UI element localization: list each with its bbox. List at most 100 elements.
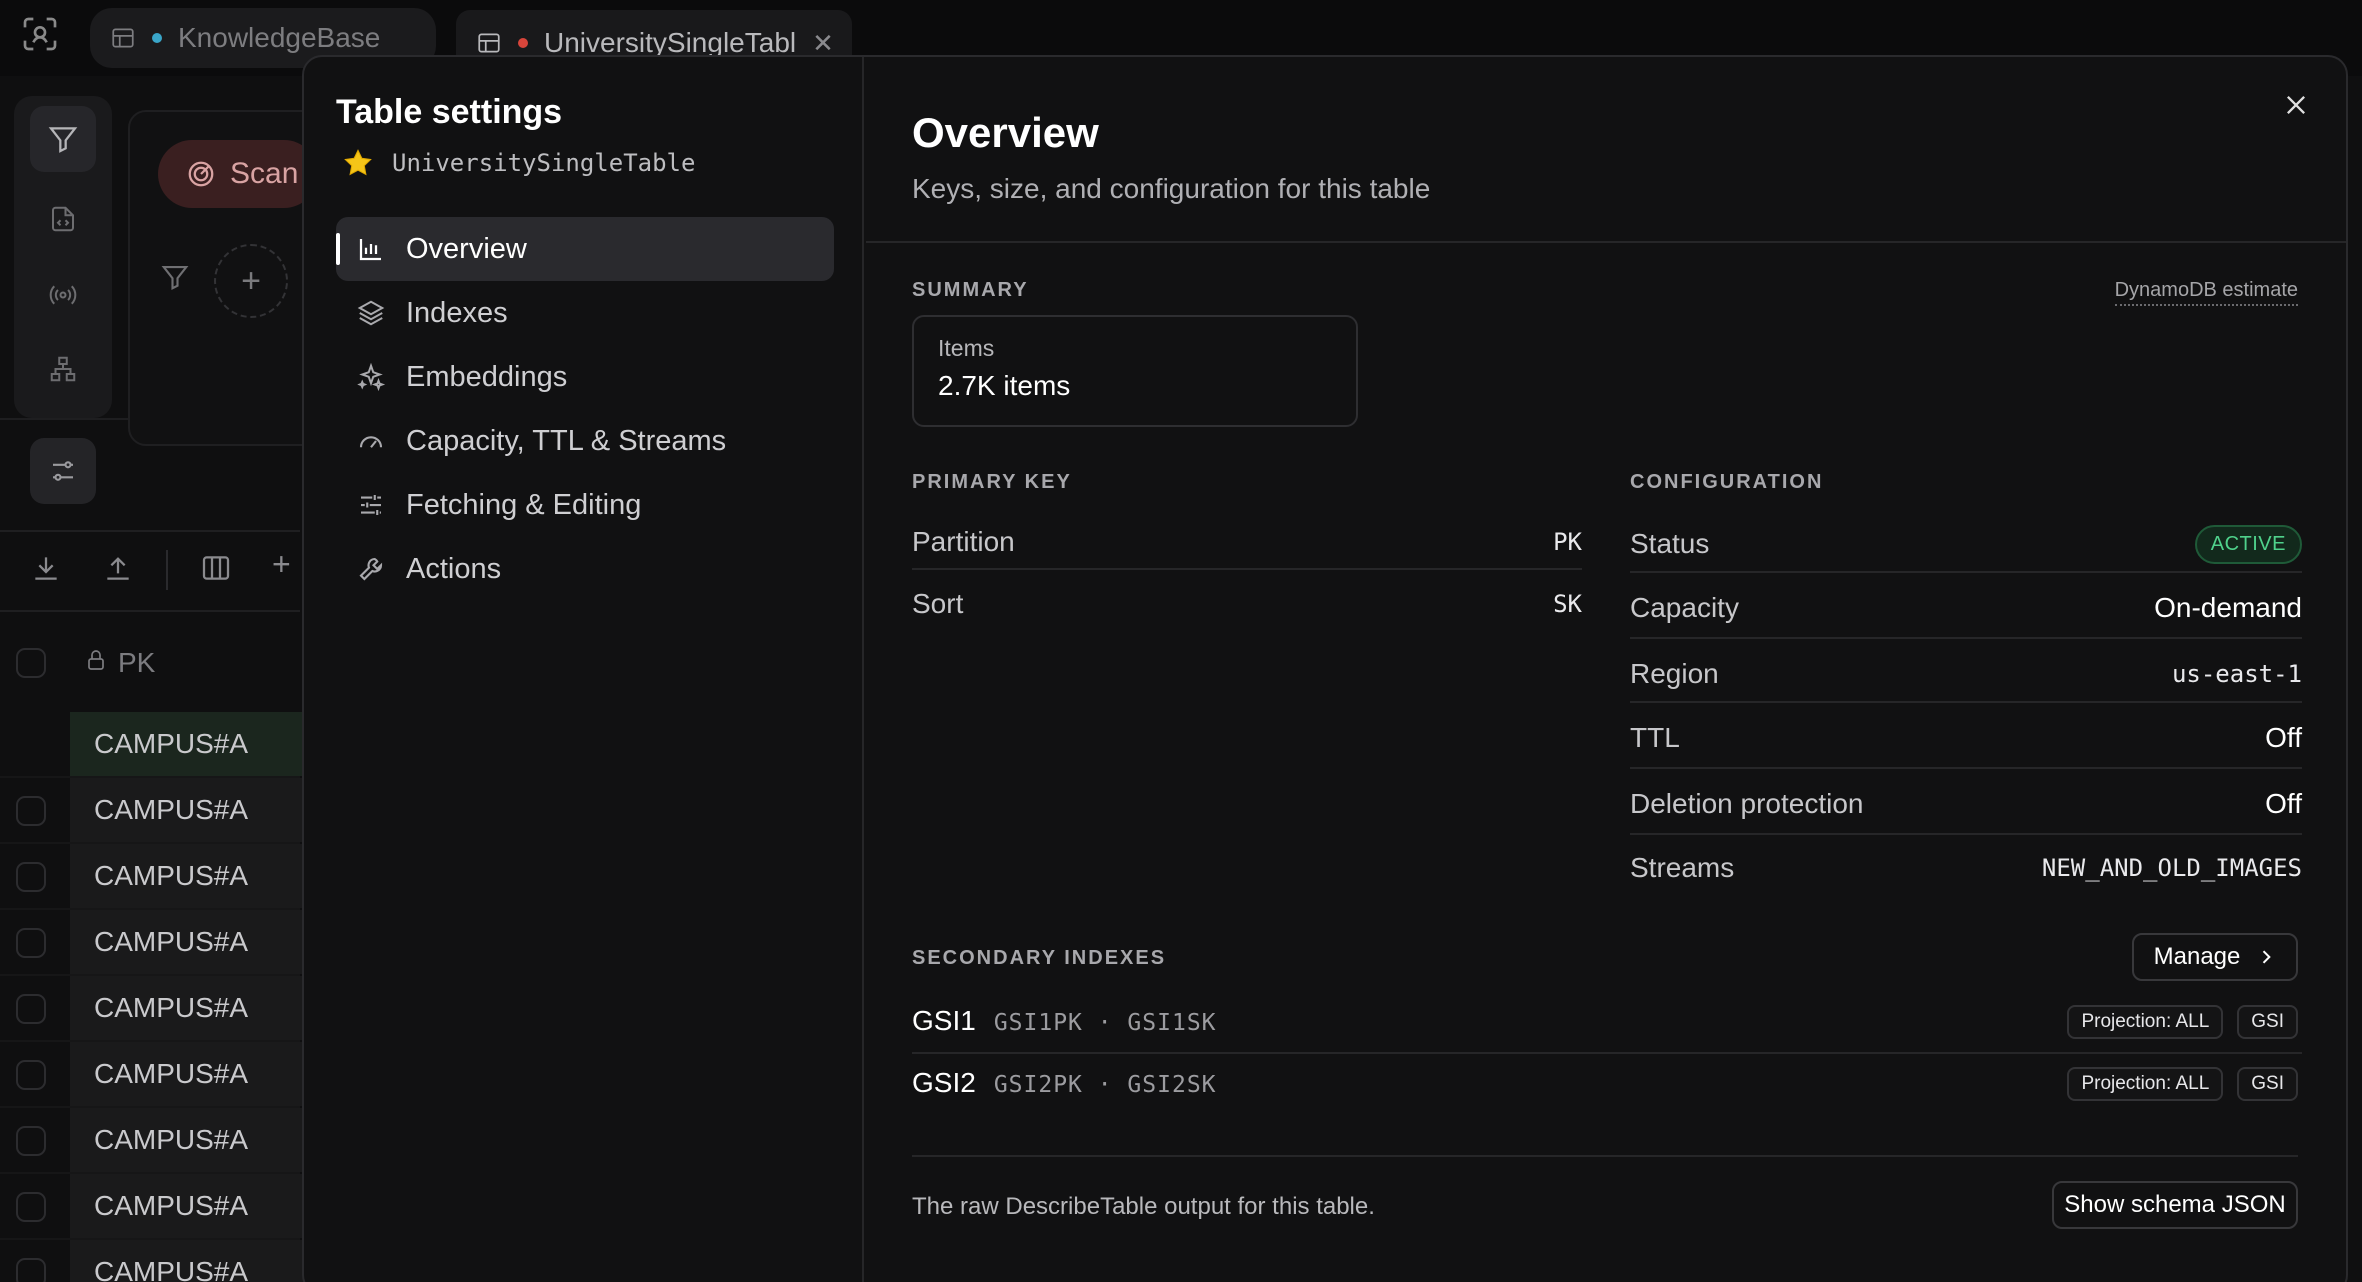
- nav-item-embeddings[interactable]: Embeddings: [336, 345, 834, 409]
- table-name-row: UniversitySingleTable: [342, 147, 695, 179]
- secondary-indexes-heading: SECONDARY INDEXES: [912, 947, 1167, 969]
- sparkles-icon: [357, 362, 386, 392]
- index-keys: GSI2PK · GSI2SK: [993, 1072, 1217, 1098]
- table-row[interactable]: CAMPUS#A: [0, 1042, 310, 1108]
- manage-indexes-button[interactable]: Manage: [2132, 933, 2298, 981]
- row-checkbox[interactable]: [16, 1060, 46, 1090]
- row-checkbox[interactable]: [16, 1192, 46, 1222]
- pk-cell[interactable]: CAMPUS#A: [70, 844, 310, 908]
- pk-cell[interactable]: CAMPUS#A: [70, 712, 310, 776]
- index-row-gsi1: GSI1 GSI1PK · GSI1SK: [912, 1005, 1217, 1037]
- table-row[interactable]: CAMPUS#A: [0, 1240, 310, 1282]
- table-row[interactable]: CAMPUS#A: [0, 844, 310, 910]
- row-checkbox[interactable]: [16, 928, 46, 958]
- partition-value: PK: [1553, 528, 1582, 556]
- table-row[interactable]: CAMPUS#A: [0, 712, 310, 778]
- pk-cell[interactable]: CAMPUS#A: [70, 1108, 310, 1172]
- pk-cell[interactable]: CAMPUS#A: [70, 1174, 310, 1238]
- nav-item-overview[interactable]: Overview: [336, 217, 834, 281]
- settings-nav: Overview Indexes Embeddings Capacity, TT…: [336, 217, 834, 601]
- divider: [912, 1052, 2302, 1054]
- page-title: Overview: [912, 109, 1099, 156]
- summary-heading: SUMMARY: [912, 279, 1029, 301]
- scan-label: Scan: [230, 157, 299, 190]
- table-row[interactable]: CAMPUS#A: [0, 976, 310, 1042]
- pk-cell[interactable]: CAMPUS#A: [70, 1042, 310, 1106]
- layers-icon: [357, 300, 385, 326]
- tab-status-dot: [152, 33, 162, 43]
- nav-item-actions[interactable]: Actions: [336, 537, 834, 601]
- row-checkbox[interactable]: [16, 1258, 46, 1282]
- sliders-icon: [361, 495, 381, 515]
- table-icon: [112, 28, 134, 48]
- hierarchy-icon[interactable]: [30, 336, 96, 402]
- ttl-label: TTL: [1630, 722, 1680, 753]
- partition-row: Partition PK: [912, 517, 1582, 567]
- dynamodb-estimate-link[interactable]: DynamoDB estimate: [2114, 279, 2298, 306]
- pk-cell[interactable]: CAMPUS#A: [70, 778, 310, 842]
- row-checkbox[interactable]: [16, 1126, 46, 1156]
- close-tab-icon[interactable]: ✕: [812, 28, 834, 59]
- projection-tag: Projection: ALL: [2067, 1067, 2224, 1101]
- index-row-gsi2: GSI2 GSI2PK · GSI2SK: [912, 1067, 1217, 1099]
- select-all-checkbox[interactable]: [16, 648, 46, 678]
- divider: [166, 550, 168, 590]
- row-checkbox[interactable]: [16, 796, 46, 826]
- pk-cell[interactable]: CAMPUS#A: [70, 976, 310, 1040]
- row-checkbox[interactable]: [16, 862, 46, 892]
- show-schema-json-button[interactable]: Show schema JSON: [2052, 1181, 2298, 1229]
- page-subtitle: Keys, size, and configuration for this t…: [912, 173, 1431, 204]
- status-label: Status: [1630, 528, 1710, 559]
- nav-item-capacity[interactable]: Capacity, TTL & Streams: [336, 409, 834, 473]
- table-row[interactable]: CAMPUS#A: [0, 1174, 310, 1240]
- table-toolbar: +: [0, 530, 300, 612]
- close-icon[interactable]: [2276, 85, 2316, 125]
- left-rail: [14, 96, 112, 418]
- add-filter-button[interactable]: +: [214, 244, 288, 318]
- streams-label: Streams: [1630, 852, 1735, 883]
- divider: [912, 1155, 2298, 1157]
- tab-label: KnowledgeBase: [178, 22, 381, 53]
- table-row[interactable]: CAMPUS#A: [0, 778, 310, 844]
- nav-label: Fetching & Editing: [406, 488, 642, 521]
- index-type-tag: GSI: [2237, 1067, 2298, 1101]
- nav-item-indexes[interactable]: Indexes: [336, 281, 834, 345]
- radar-icon: [188, 161, 214, 187]
- code-file-icon[interactable]: [30, 186, 96, 252]
- nav-label: Embeddings: [406, 360, 568, 393]
- items-card: Items 2.7K items: [912, 315, 1358, 427]
- capacity-value: On-demand: [2154, 592, 2302, 623]
- capacity-row: Capacity On-demand: [1630, 577, 2302, 639]
- upload-icon[interactable]: [102, 552, 134, 589]
- settings-toggle-icon[interactable]: [30, 438, 96, 504]
- lock-icon: [84, 647, 108, 679]
- scan-button[interactable]: Scan: [158, 140, 318, 208]
- nav-label: Actions: [406, 552, 502, 585]
- bar-chart-icon: [359, 239, 381, 261]
- chevron-right-icon: [2263, 950, 2272, 964]
- row-checkbox[interactable]: [16, 994, 46, 1024]
- wrench-icon: [359, 557, 383, 581]
- index-keys: GSI1PK · GSI1SK: [993, 1010, 1217, 1036]
- sort-label: Sort: [912, 588, 964, 619]
- scan-frame-icon[interactable]: [20, 14, 60, 54]
- broadcast-icon[interactable]: [30, 262, 96, 328]
- divider: [1630, 767, 2302, 769]
- pk-cell[interactable]: CAMPUS#A: [70, 910, 310, 974]
- columns-icon[interactable]: [200, 552, 232, 589]
- filter-icon[interactable]: [30, 106, 96, 172]
- table-row[interactable]: CAMPUS#A: [0, 910, 310, 976]
- items-value: 2.7K items: [938, 370, 1071, 401]
- schema-description: The raw DescribeTable output for this ta…: [912, 1193, 1375, 1220]
- index-type-tag: GSI: [2237, 1005, 2298, 1039]
- ttl-row: TTL Off: [1630, 707, 2302, 769]
- index-name: GSI2: [912, 1067, 976, 1098]
- table-row[interactable]: CAMPUS#A: [0, 1108, 310, 1174]
- add-icon[interactable]: +: [272, 546, 291, 583]
- pk-cell[interactable]: CAMPUS#A: [70, 1240, 310, 1282]
- download-icon[interactable]: [30, 552, 62, 589]
- nav-item-fetching[interactable]: Fetching & Editing: [336, 473, 834, 537]
- primary-key-heading: PRIMARY KEY: [912, 471, 1072, 493]
- filter-icon[interactable]: [160, 262, 190, 297]
- status-row: Status ACTIVE: [1630, 513, 2302, 575]
